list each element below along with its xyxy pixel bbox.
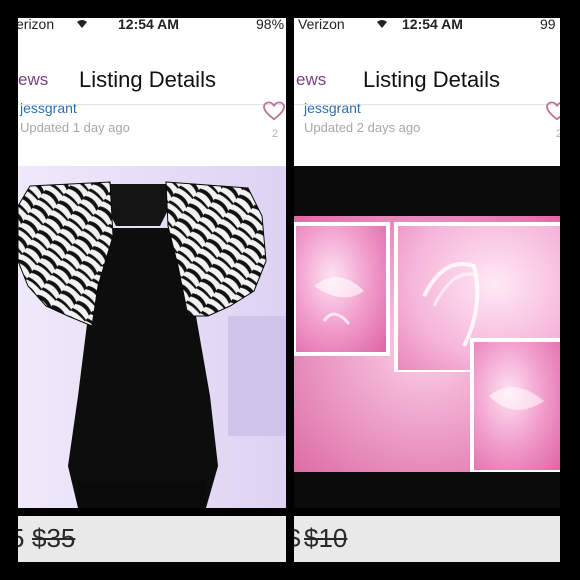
updated-text: Updated 1 day ago bbox=[20, 120, 130, 135]
status-bar: Verizon 12:54 AM 99 bbox=[294, 18, 560, 40]
carrier-label: Verizon bbox=[298, 18, 345, 32]
product-photo[interactable] bbox=[18, 166, 286, 508]
collage-frame: erizon 12:54 AM 98% ews Listing Details … bbox=[0, 0, 580, 580]
fabric-collage bbox=[294, 166, 560, 508]
clock: 12:54 AM bbox=[402, 18, 463, 32]
product-photo[interactable] bbox=[294, 166, 560, 508]
battery-label: 99 bbox=[540, 18, 556, 32]
wifi-icon bbox=[77, 20, 87, 28]
seller-name[interactable]: jessgrant bbox=[304, 100, 361, 116]
price-bar: $ $10 bbox=[294, 516, 560, 562]
price-partial: $ bbox=[294, 523, 300, 554]
clock: 12:54 AM bbox=[118, 18, 179, 32]
like-count: 2 bbox=[556, 128, 560, 140]
shirt-photo bbox=[18, 166, 286, 508]
seller-name[interactable]: jessgrant bbox=[20, 100, 77, 116]
wifi-icon bbox=[377, 20, 387, 28]
status-bar: erizon 12:54 AM 98% bbox=[18, 18, 286, 40]
back-button[interactable]: ews bbox=[18, 70, 48, 90]
heart-icon[interactable] bbox=[263, 101, 285, 121]
left-screenshot: erizon 12:54 AM 98% ews Listing Details … bbox=[18, 18, 286, 562]
original-price: $35 bbox=[32, 523, 76, 553]
battery-label: 98% bbox=[256, 18, 285, 32]
nav-bar: ews Listing Details bbox=[294, 40, 560, 105]
heart-icon[interactable] bbox=[546, 101, 560, 121]
back-button[interactable]: ews bbox=[296, 70, 326, 90]
price-bar: 5 $35 bbox=[18, 516, 286, 562]
updated-text: Updated 2 days ago bbox=[304, 120, 421, 135]
page-title: Listing Details bbox=[363, 67, 500, 92]
price-partial: 5 bbox=[18, 523, 24, 554]
carrier-label: erizon bbox=[18, 18, 55, 32]
original-price: $10 bbox=[304, 523, 348, 553]
page-title: Listing Details bbox=[79, 67, 216, 92]
like-count: 2 bbox=[272, 128, 279, 140]
right-screenshot: Verizon 12:54 AM 99 ews Listing Details … bbox=[294, 18, 560, 562]
nav-bar: ews Listing Details bbox=[18, 40, 286, 105]
